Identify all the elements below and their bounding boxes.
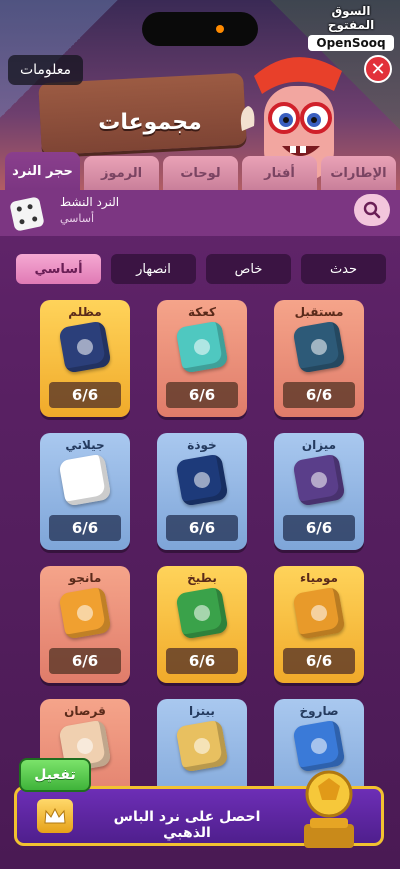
tab-emojis[interactable]: الرموز [84,156,159,190]
dice-card[interactable]: جيلاتي 6/6 [40,433,130,550]
camera-dot [216,25,224,33]
dice-card[interactable]: مستقبل 6/6 [274,300,364,417]
dice-card[interactable]: مومياء 6/6 [274,566,364,683]
dice-card[interactable]: خوذة 6/6 [157,433,247,550]
dice-icon [175,719,229,773]
dice-name: بطيخ [187,571,217,585]
dice-card[interactable]: كعكة 6/6 [157,300,247,417]
dice-filters: حدث خاص انصهار أساسي [16,254,386,286]
tab-dice[interactable]: حجر النرد [5,152,80,190]
close-button[interactable]: ✕ [364,55,392,83]
dice-name: ميزان [301,438,337,452]
category-tabs: الإطارات أفتار لوحات الرموز حجر النرد [0,152,400,192]
dice-count: 6/6 [166,515,238,541]
dice-card[interactable]: مانجو 6/6 [40,566,130,683]
crown-glyph-icon [44,807,66,824]
dice-name: صاروخ [299,704,339,718]
dice-count: 6/6 [166,382,238,408]
dice-icon [292,320,346,374]
dice-count: 6/6 [283,382,355,408]
dice-name: مستقبل [294,305,344,319]
dice-icon [292,586,346,640]
filter-basic[interactable]: أساسي [16,254,101,284]
dice-name: خوذة [187,438,217,452]
dice-count: 6/6 [49,648,121,674]
dice-card[interactable]: بطيخ 6/6 [157,566,247,683]
dice-icon [175,320,229,374]
page-title: مجموعات [98,110,202,135]
active-dice-title: النرد النشط [60,195,120,209]
dice-icon [175,453,229,507]
dice-name: بيتزا [189,704,215,718]
dice-count: 6/6 [49,515,121,541]
promo-text: احصل على نرد الباس الذهبي [113,809,261,841]
dice-name: مومياء [300,571,338,585]
dice-card[interactable]: مظلم 6/6 [40,300,130,417]
dice-icon [58,586,112,640]
dice-card[interactable]: ميزان 6/6 [274,433,364,550]
dice-count: 6/6 [49,382,121,408]
tab-boards[interactable]: لوحات [163,156,238,190]
dice-name: مانجو [68,571,102,585]
crown-icon [37,799,73,833]
dice-icon [9,196,45,232]
dice-name: جيلاتي [65,438,105,452]
dice-name: قرصان [64,704,106,718]
dice-grid: مستقبل 6/6 كعكة 6/6 مظلم 6/6 ميزان 6/6 خ… [36,300,364,816]
active-dice-bar: النرد النشط أساسي [0,190,400,236]
active-dice-subtitle: أساسي [60,212,95,225]
trophy-icon [304,770,354,848]
dice-name: مظلم [68,305,102,319]
dice-name: كعكة [187,305,216,319]
search-button[interactable] [354,194,390,226]
dice-icon [292,453,346,507]
tab-frames[interactable]: الإطارات [321,156,396,190]
dice-count: 6/6 [283,648,355,674]
dice-icon [292,719,346,773]
dice-icon [58,320,112,374]
activate-button[interactable]: تفعيل [19,758,91,792]
dice-icon [175,586,229,640]
tab-avatars[interactable]: أفتار [242,156,317,190]
filter-event[interactable]: حدث [301,254,386,284]
filter-fusion[interactable]: انصهار [111,254,196,284]
dice-count: 6/6 [283,515,355,541]
search-icon [363,201,381,219]
info-button[interactable]: معلومات [8,55,83,85]
watermark-ar: السوق المفتوح [327,4,375,32]
dice-icon [58,453,112,507]
filter-special[interactable]: خاص [206,254,291,284]
dice-count: 6/6 [166,648,238,674]
